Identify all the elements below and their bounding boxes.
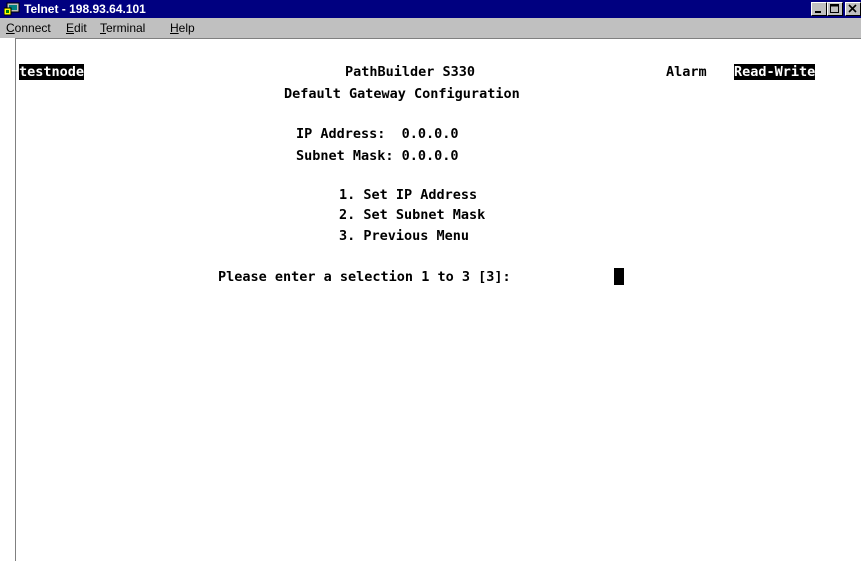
terminal-screen[interactable]: testnode PathBuilder S330 Alarm Read-Wri… [15, 38, 861, 561]
selection-prompt: Please enter a selection 1 to 3 [3]: [218, 269, 511, 285]
node-name: testnode [19, 64, 85, 80]
menu-option: 1. Set IP Address [339, 187, 478, 203]
telnet-window: Telnet - 198.93.64.101 Connect Edit Term… [0, 0, 861, 561]
access-mode: Read-Write [734, 64, 816, 80]
close-button[interactable] [845, 2, 861, 16]
menu-help[interactable]: Help [170, 21, 195, 35]
menu-connect[interactable]: Connect [6, 21, 51, 35]
window-title: Telnet - 198.93.64.101 [24, 2, 146, 16]
subnet-mask-line: Subnet Mask: 0.0.0.0 [296, 148, 459, 164]
minimize-button[interactable] [811, 2, 827, 16]
text-cursor [614, 268, 624, 285]
telnet-app-icon[interactable] [3, 2, 20, 16]
menu-option: 3. Previous Menu [339, 228, 470, 244]
menu-terminal[interactable]: Terminal [100, 21, 145, 35]
screen-title: Default Gateway Configuration [284, 86, 520, 102]
window-left-edge [0, 38, 15, 561]
ip-address-line: IP Address: 0.0.0.0 [296, 126, 459, 142]
product-name: PathBuilder S330 [345, 64, 476, 80]
title-bar[interactable]: Telnet - 198.93.64.101 [0, 0, 861, 18]
maximize-button[interactable] [827, 2, 843, 16]
menu-option: 2. Set Subnet Mask [339, 207, 486, 223]
alarm-status: Alarm [666, 64, 707, 80]
menu-bar: Connect Edit Terminal Help [0, 18, 861, 38]
menu-edit[interactable]: Edit [66, 21, 87, 35]
